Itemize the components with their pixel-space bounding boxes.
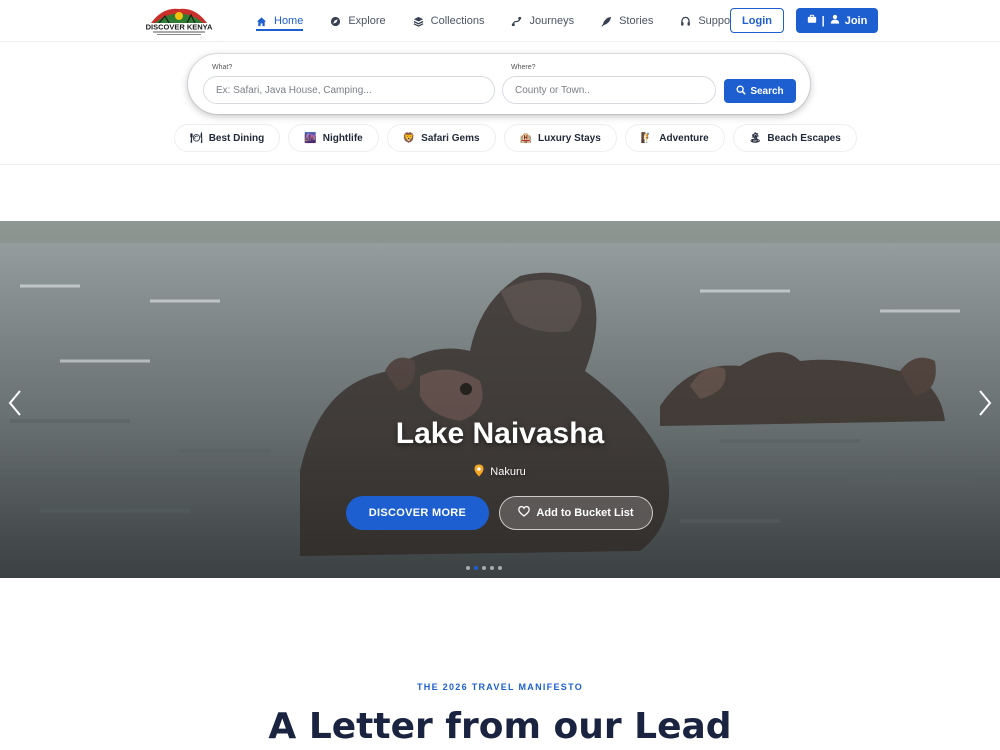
chip-label: Best Dining — [208, 132, 265, 144]
nav-explore[interactable]: Explore — [330, 0, 386, 42]
heart-icon — [518, 505, 531, 520]
hero-location-label: Nakuru — [490, 466, 526, 478]
nav-collections[interactable]: Collections — [413, 0, 485, 42]
home-icon — [256, 16, 267, 27]
carousel-prev-arrow[interactable] — [5, 388, 25, 418]
route-icon — [511, 16, 522, 27]
brand-logo[interactable]: DISCOVER KENYA — [143, 3, 215, 39]
feather-icon — [601, 16, 612, 27]
carousel-dot[interactable] — [482, 566, 486, 570]
hero-image — [0, 221, 1000, 578]
section-divider — [0, 164, 1000, 165]
chip-adventure[interactable]: 🧗 Adventure — [624, 124, 725, 152]
chip-label: Beach Escapes — [767, 132, 841, 144]
nav-stories-label: Stories — [619, 15, 654, 27]
chip-beach-escapes[interactable]: 🏝 Beach Escapes — [732, 124, 857, 152]
category-chips: 🍽 Best Dining 🌆 Nightlife 🦁 Safari Gems … — [174, 124, 857, 152]
carousel-dot-active[interactable] — [474, 566, 478, 570]
bucket-list-label: Add to Bucket List — [536, 507, 634, 519]
hero-carousel: Lake Naivasha Nakuru DISCOVER MORE Add t… — [0, 221, 1000, 578]
chip-luxury-stays[interactable]: 🏨 Luxury Stays — [503, 124, 617, 152]
join-divider: | — [821, 14, 825, 27]
hero-title: Lake Naivasha — [395, 417, 605, 450]
carousel-dots — [466, 566, 502, 570]
hero-location: Nakuru — [0, 464, 1000, 480]
join-label: Join — [844, 14, 868, 27]
top-nav: DISCOVER KENYA Home Explore Collections — [0, 0, 1000, 42]
search-button[interactable]: Search — [724, 79, 796, 103]
cityscape-icon: 🌆 — [304, 132, 317, 144]
chip-label: Safari Gems — [421, 132, 480, 144]
search-icon — [736, 85, 747, 98]
svg-text:DISCOVER KENYA: DISCOVER KENYA — [146, 23, 213, 32]
what-label: What? — [212, 64, 233, 71]
chip-label: Adventure — [659, 132, 709, 144]
climber-icon: 🧗 — [640, 132, 654, 144]
main-nav: Home Explore Collections Journeys Storie… — [256, 0, 764, 42]
join-button[interactable]: | Join — [796, 8, 878, 33]
chip-label: Luxury Stays — [538, 132, 601, 144]
nav-journeys[interactable]: Journeys — [511, 0, 574, 42]
island-icon: 🏝 — [748, 132, 762, 144]
manifesto-heading: A Letter from our Lead — [268, 706, 732, 747]
chip-nightlife[interactable]: 🌆 Nightlife — [288, 124, 379, 152]
add-to-bucket-list-button[interactable]: Add to Bucket List — [499, 496, 653, 530]
carousel-dot[interactable] — [466, 566, 470, 570]
chip-label: Nightlife — [322, 132, 363, 144]
search-panel: What? Ex: Safari, Java House, Camping...… — [188, 54, 810, 114]
search-button-label: Search — [750, 85, 784, 97]
carousel-next-arrow[interactable] — [975, 388, 995, 418]
chip-best-dining[interactable]: 🍽 Best Dining — [174, 124, 281, 152]
carousel-dot[interactable] — [490, 566, 494, 570]
compass-icon — [330, 16, 341, 27]
nav-support[interactable]: Support — [680, 0, 737, 42]
map-pin-icon — [474, 464, 484, 480]
login-button[interactable]: Login — [730, 8, 784, 33]
hotel-icon: 🏨 — [519, 132, 532, 144]
nav-collections-label: Collections — [430, 15, 485, 27]
chip-safari-gems[interactable]: 🦁 Safari Gems — [386, 124, 496, 152]
briefcase-icon — [807, 14, 817, 27]
manifesto-eyebrow: THE 2026 TRAVEL MANIFESTO — [416, 682, 584, 692]
where-input[interactable]: County or Town.. — [502, 76, 716, 104]
what-input[interactable]: Ex: Safari, Java House, Camping... — [203, 76, 495, 104]
nav-stories[interactable]: Stories — [601, 0, 653, 42]
nav-journeys-label: Journeys — [529, 15, 575, 27]
carousel-dot[interactable] — [498, 566, 502, 570]
layers-icon — [413, 16, 424, 27]
user-icon — [830, 14, 840, 27]
nav-explore-label: Explore — [348, 15, 386, 27]
where-label: Where? — [511, 64, 536, 71]
nav-home[interactable]: Home — [256, 0, 304, 42]
headset-icon — [680, 16, 691, 27]
dining-icon: 🍽 — [190, 132, 203, 144]
lion-icon: 🦁 — [402, 132, 416, 144]
nav-home-label: Home — [274, 15, 304, 27]
discover-more-button[interactable]: DISCOVER MORE — [346, 496, 489, 530]
